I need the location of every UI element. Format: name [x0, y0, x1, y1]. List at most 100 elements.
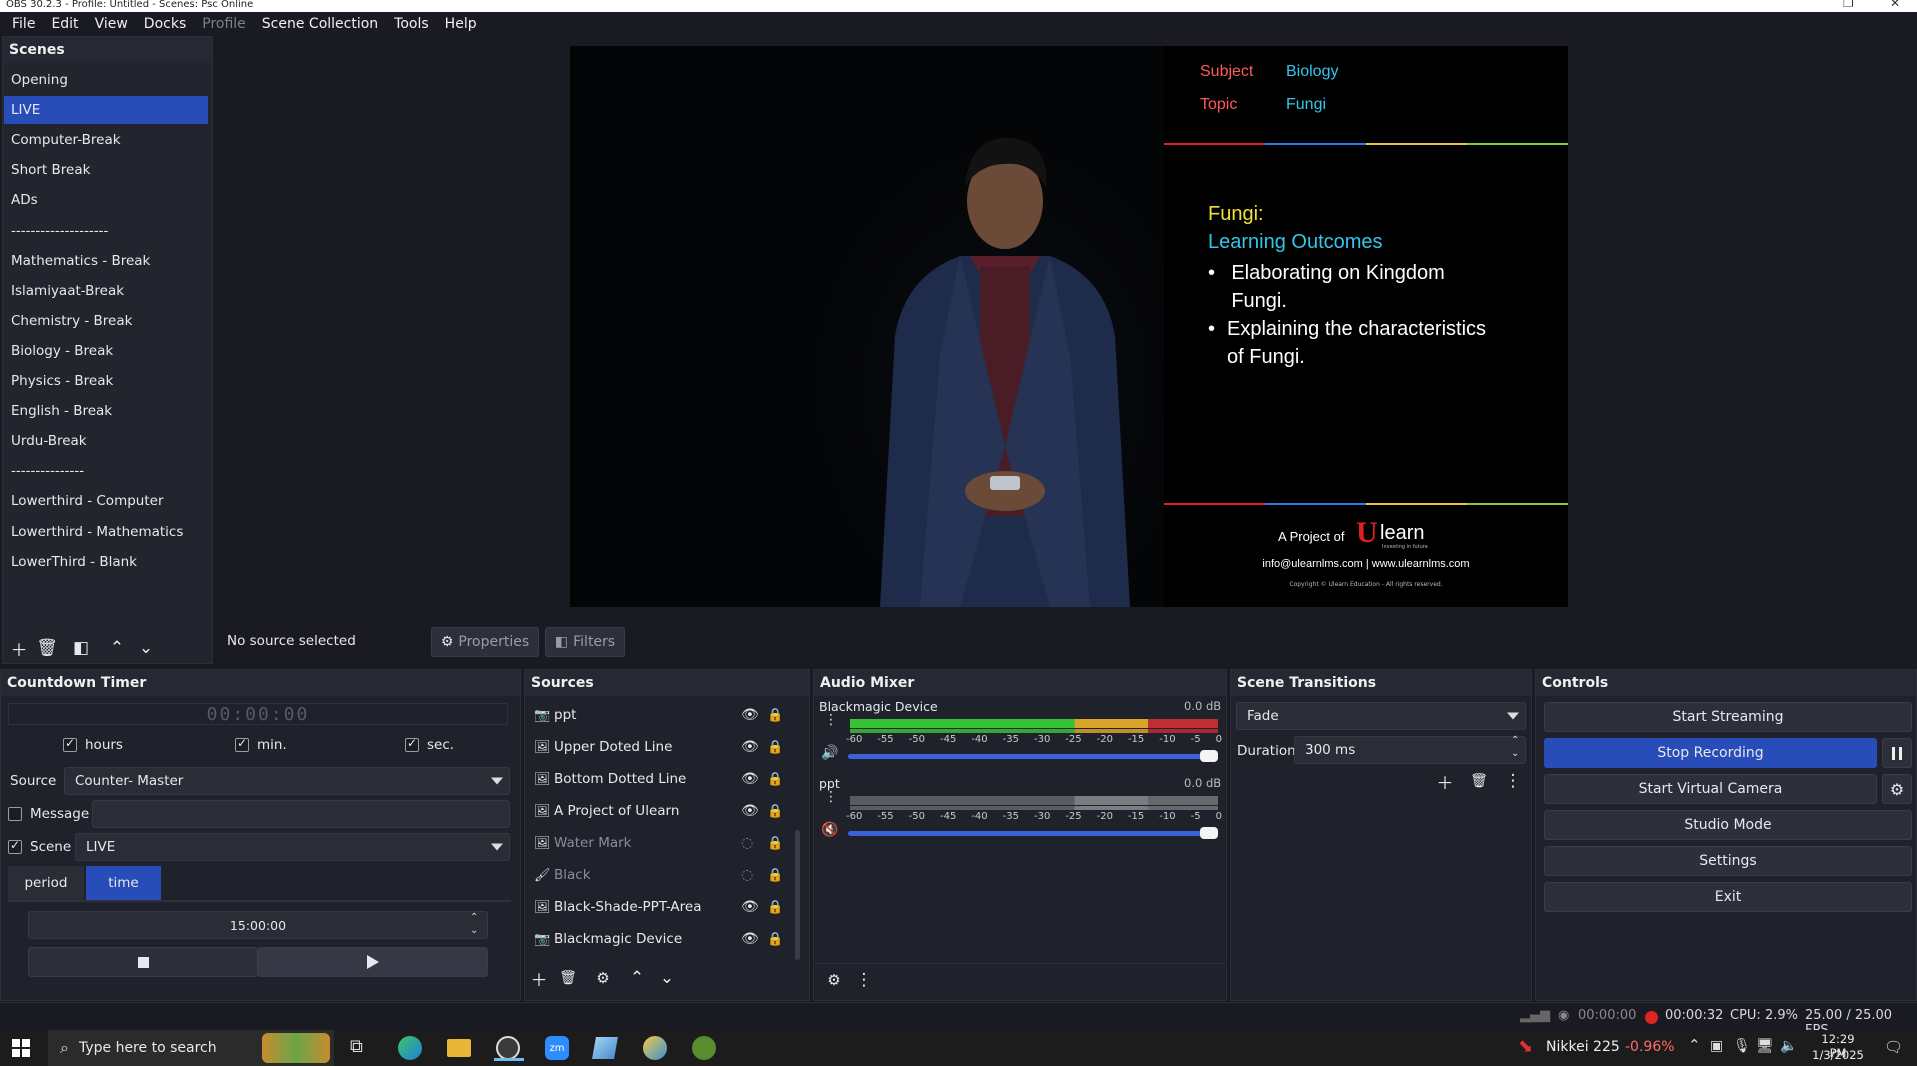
meet-now-icon[interactable]: ▣ — [1710, 1038, 1723, 1054]
edge-icon[interactable] — [398, 1036, 422, 1060]
start-timer-button[interactable] — [258, 947, 488, 977]
properties-button[interactable]: ⚙ Properties — [431, 627, 539, 657]
menu-scene-collection[interactable]: Scene Collection — [254, 16, 386, 32]
source-up-icon[interactable]: ⌃ — [624, 966, 650, 990]
sources-scrollbar[interactable] — [795, 830, 800, 960]
volume-slider[interactable] — [848, 754, 1218, 759]
scene-item[interactable]: Mathematics - Break — [4, 247, 208, 275]
menu-tools[interactable]: Tools — [386, 16, 437, 32]
volume-slider[interactable] — [848, 831, 1218, 836]
source-item[interactable]: 🖌 Black ◌ 🔒 — [534, 860, 790, 890]
sec-checkbox[interactable]: sec. — [405, 736, 454, 753]
scene-item[interactable]: LowerThird - Blank — [4, 548, 208, 576]
lock-icon[interactable]: 🔒 — [767, 708, 783, 723]
scene-item[interactable]: ADs — [4, 186, 208, 214]
eye-icon[interactable]: 👁 — [741, 707, 759, 723]
scene-item[interactable]: Lowerthird - Computer — [4, 487, 208, 515]
file-explorer-icon[interactable] — [447, 1039, 471, 1057]
duration-spinner[interactable]: ⌃ ⌄ — [1511, 734, 1519, 760]
add-transition-icon[interactable]: ＋ — [1432, 769, 1458, 794]
duration-input[interactable]: 300 ms — [1294, 736, 1526, 764]
scene-dropdown[interactable]: LIVE — [75, 833, 510, 861]
eye-icon[interactable]: 👁 — [741, 739, 759, 755]
stop-timer-button[interactable] — [28, 947, 258, 977]
remove-source-icon[interactable]: 🗑 — [555, 966, 581, 990]
studio-mode-button[interactable]: Studio Mode — [1544, 810, 1912, 840]
scene-item[interactable]: Computer-Break — [4, 126, 208, 154]
lock-icon[interactable]: 🔒 — [767, 804, 783, 819]
menu-view[interactable]: View — [87, 16, 136, 32]
scene-item[interactable]: -------------------- — [4, 217, 208, 245]
show-hidden-icons-icon[interactable]: ⌃ — [1688, 1036, 1701, 1054]
volume-muted-icon[interactable]: 🔈 — [1780, 1038, 1797, 1054]
transition-menu-icon[interactable]: ⋮ — [1500, 769, 1526, 793]
scene-item[interactable]: --------------- — [4, 457, 208, 485]
spin-up-icon[interactable]: ⌃ — [470, 911, 478, 924]
volume-knob[interactable] — [1200, 750, 1218, 762]
eye-icon[interactable]: 👁 — [741, 931, 759, 947]
program-preview[interactable]: Subject Biology Topic Fungi Fungi: Learn… — [570, 46, 1568, 607]
source-dropdown[interactable]: Counter- Master — [64, 767, 510, 795]
zoom-icon[interactable]: zm — [545, 1036, 569, 1060]
time-spinner[interactable]: ⌃ ⌄ — [470, 911, 478, 937]
scene-filters-icon[interactable]: ◧ — [68, 636, 94, 660]
lock-icon[interactable]: 🔒 — [767, 836, 783, 851]
notepad-icon[interactable] — [592, 1037, 618, 1059]
menu-docks[interactable]: Docks — [136, 16, 194, 32]
eye-icon[interactable]: 👁 — [741, 803, 759, 819]
eye-hidden-icon[interactable]: ◌ — [741, 835, 753, 851]
filters-button[interactable]: ◧ Filters — [545, 627, 625, 657]
spin-down-icon[interactable]: ⌄ — [470, 924, 478, 937]
scene-item[interactable]: Urdu-Break — [4, 427, 208, 455]
remove-transition-icon[interactable]: 🗑 — [1466, 769, 1492, 793]
scene-item[interactable]: English - Break — [4, 397, 208, 425]
move-down-icon[interactable]: ⌄ — [133, 636, 159, 660]
taskbar-search[interactable]: ⌕ Type here to search — [48, 1030, 334, 1066]
scene-item[interactable]: Lowerthird - Mathematics — [4, 518, 208, 546]
time-input[interactable]: 15:00:00 — [28, 911, 488, 939]
message-input[interactable] — [92, 800, 510, 828]
scene-item[interactable]: Chemistry - Break — [4, 307, 208, 335]
tab-time[interactable]: time — [86, 866, 161, 900]
scene-item[interactable]: Physics - Break — [4, 367, 208, 395]
scene-checkbox[interactable]: Scene — [8, 838, 71, 855]
min-checkbox[interactable]: min. — [235, 736, 287, 753]
task-view-icon[interactable]: ⧉ — [350, 1036, 363, 1057]
volume-knob[interactable] — [1200, 827, 1218, 839]
virtual-camera-settings-button[interactable]: ⚙ — [1882, 774, 1912, 804]
transition-dropdown[interactable]: Fade — [1236, 702, 1526, 730]
spin-up-icon[interactable]: ⌃ — [1511, 734, 1519, 747]
eye-hidden-icon[interactable]: ◌ — [741, 867, 753, 883]
hours-checkbox[interactable]: hours — [63, 736, 123, 753]
eye-icon[interactable]: 👁 — [741, 899, 759, 915]
lock-icon[interactable]: 🔒 — [767, 772, 783, 787]
lock-icon[interactable]: 🔒 — [767, 868, 783, 883]
source-item[interactable]: 🖼 Water Mark ◌ 🔒 — [534, 828, 790, 858]
scene-item[interactable]: Islamiyaat-Break — [4, 277, 208, 305]
source-item[interactable]: 🖼 A Project of Ulearn 👁 🔒 — [534, 796, 790, 826]
message-checkbox[interactable]: Message — [8, 806, 89, 822]
add-source-icon[interactable]: ＋ — [526, 966, 552, 991]
scene-item[interactable]: Opening — [4, 66, 208, 94]
eye-icon[interactable]: 👁 — [741, 771, 759, 787]
spin-down-icon[interactable]: ⌄ — [1511, 747, 1519, 760]
source-down-icon[interactable]: ⌄ — [654, 966, 680, 990]
start-virtual-camera-button[interactable]: Start Virtual Camera — [1544, 774, 1877, 804]
source-item[interactable]: 🖼 Upper Doted Line 👁 🔒 — [534, 732, 790, 762]
source-item[interactable]: 🖼 Bottom Dotted Line 👁 🔒 — [534, 764, 790, 794]
clock-date[interactable]: 1/3/2025 — [1808, 1048, 1868, 1062]
scene-item[interactable]: Short Break — [4, 156, 208, 184]
menu-edit[interactable]: Edit — [43, 16, 86, 32]
notifications-icon[interactable]: 🗨 — [1884, 1038, 1903, 1056]
app-icon[interactable] — [643, 1036, 667, 1060]
add-scene-icon[interactable]: ＋ — [6, 636, 32, 661]
channel-menu-icon[interactable]: ⋮ — [824, 713, 838, 727]
menu-file[interactable]: File — [4, 16, 43, 32]
volume-icon[interactable]: 🔊 — [821, 745, 838, 761]
source-item[interactable]: 🖼 Black-Shade-PPT-Area 👁 🔒 — [534, 892, 790, 922]
scene-item[interactable]: Biology - Break — [4, 337, 208, 365]
game-app-icon[interactable] — [692, 1036, 716, 1060]
menu-profile[interactable]: Profile — [194, 16, 254, 32]
move-up-icon[interactable]: ⌃ — [104, 636, 130, 660]
source-item[interactable]: 📷 ppt 👁 🔒 — [534, 700, 790, 730]
